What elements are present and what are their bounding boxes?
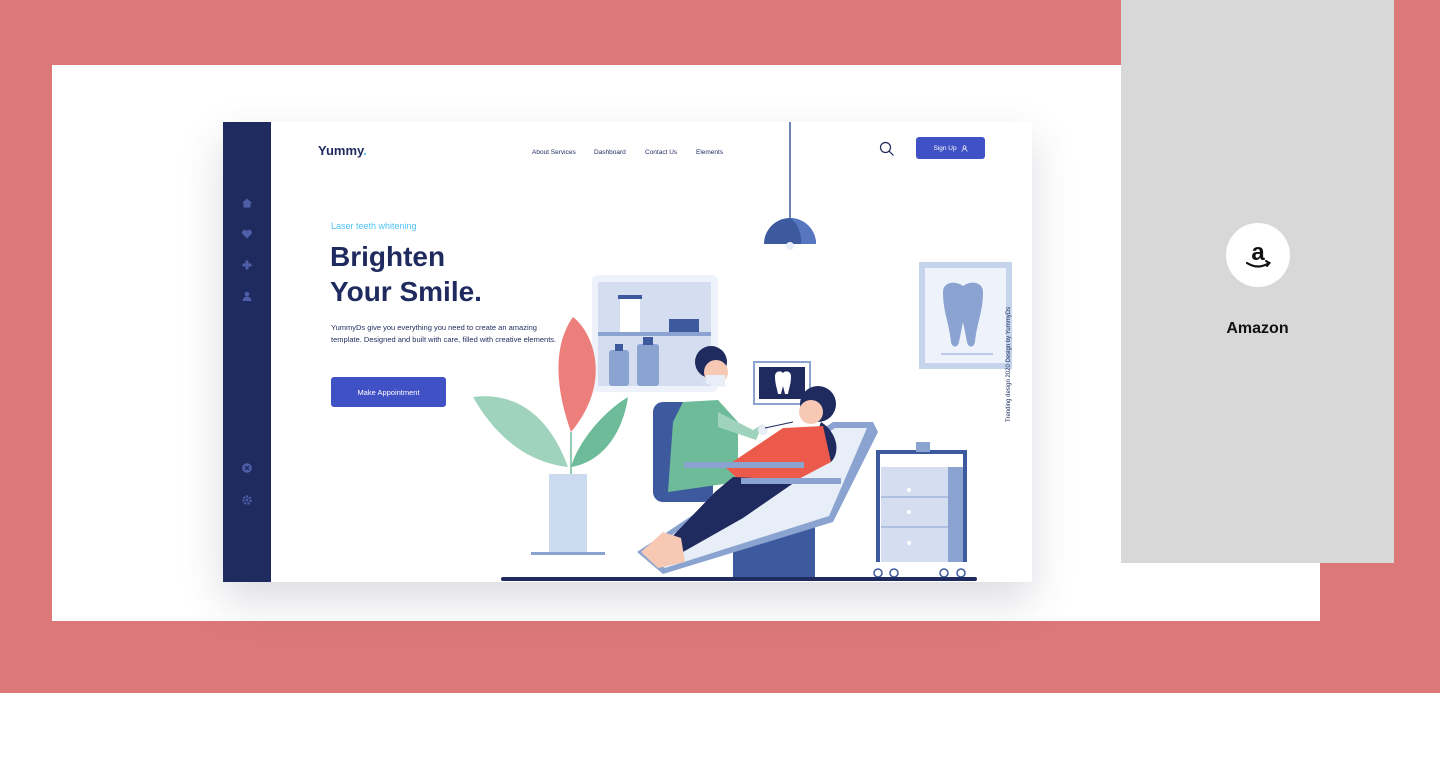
amazon-logo[interactable]: a xyxy=(1226,223,1290,287)
website-mockup: Yummy. About Services Dashboard Contact … xyxy=(223,122,1032,582)
hero-eyebrow: Laser teeth whitening xyxy=(331,221,417,231)
mockup-sidebar xyxy=(223,122,271,582)
plant-vase xyxy=(549,474,587,552)
user-icon[interactable] xyxy=(240,289,254,303)
plant-leaf-red xyxy=(558,317,596,432)
floor-line xyxy=(501,577,977,581)
dentist-body xyxy=(668,400,738,492)
brand-logo[interactable]: Yummy. xyxy=(318,143,367,158)
home-icon[interactable] xyxy=(240,196,254,210)
make-appointment-button[interactable]: Make Appointment xyxy=(331,377,446,407)
close-circle-icon[interactable] xyxy=(240,461,254,475)
amazon-icon: a xyxy=(1245,239,1272,268)
gear-icon[interactable] xyxy=(240,493,254,507)
heart-icon[interactable] xyxy=(240,227,254,241)
plus-icon[interactable] xyxy=(240,258,254,272)
design-credit: Trending design 2020 Design by YummyDs xyxy=(1006,306,1012,422)
plant-leaf-green xyxy=(473,396,568,467)
showcase-label: Amazon xyxy=(1226,320,1289,337)
svg-text:a: a xyxy=(1251,239,1265,266)
dentist-illustration xyxy=(473,122,1012,581)
hero-headline: Brighten Your Smile. xyxy=(330,241,482,307)
